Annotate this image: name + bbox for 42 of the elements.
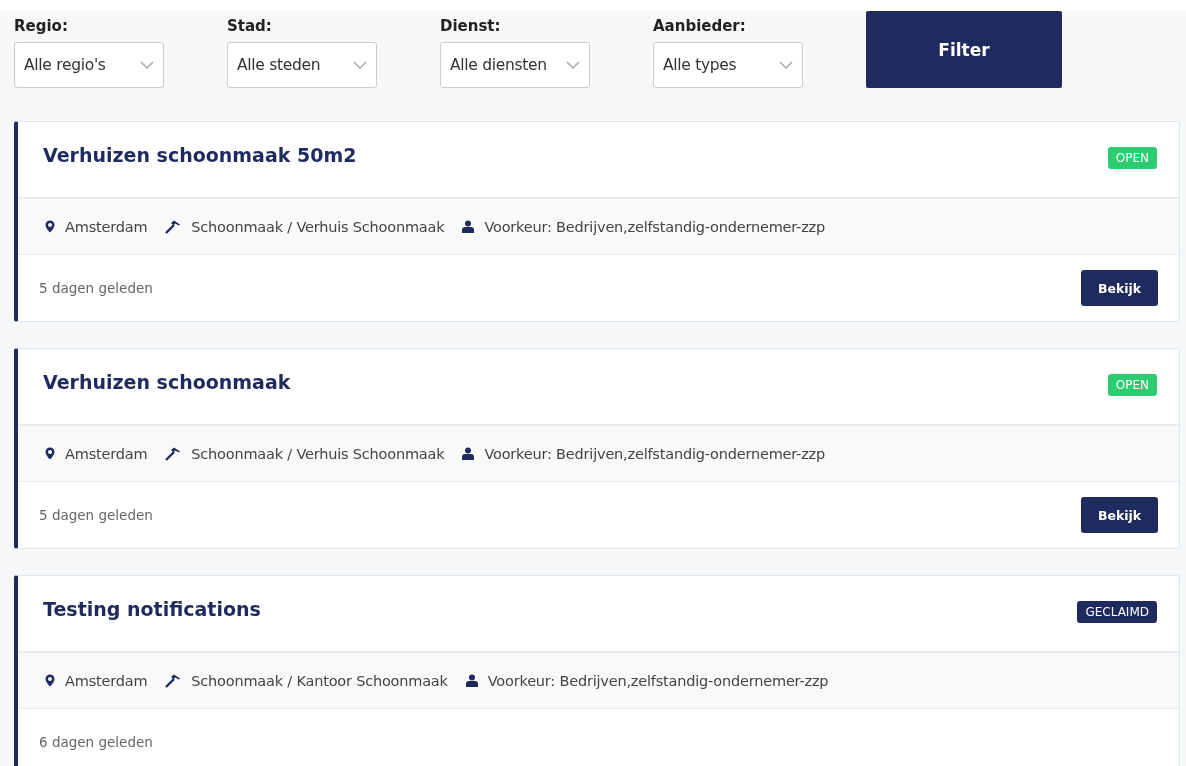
user-icon — [465, 674, 478, 687]
job-title: Testing notifications — [43, 598, 261, 620]
job-service: Schoonmaak / Verhuis Schoonmaak — [191, 445, 445, 462]
job-service: Schoonmaak / Verhuis Schoonmaak — [191, 218, 445, 235]
chevron-down-icon — [779, 61, 793, 69]
filter-label: Regio: — [14, 17, 69, 35]
location-pin-icon — [45, 674, 55, 687]
posted-time: 5 dagen geleden — [39, 507, 153, 523]
location-pin-icon — [45, 220, 55, 233]
view-button[interactable]: Bekijk — [1081, 270, 1158, 306]
chevron-down-icon — [353, 61, 367, 69]
job-city: Amsterdam — [65, 218, 148, 235]
hammer-icon — [165, 219, 182, 234]
filter-label: Dienst: — [440, 17, 502, 35]
job-preference: Voorkeur: Bedrijven,zelfstandig-ondernemer-zzp — [484, 445, 825, 462]
job-city: Amsterdam — [65, 445, 148, 462]
chevron-down-icon — [140, 61, 154, 69]
filter-dropdown[interactable]: Alle regio's — [14, 42, 164, 88]
hammer-icon — [165, 446, 182, 461]
filter-label: Stad: — [227, 17, 273, 35]
job-service: Schoonmaak / Kantoor Schoonmaak — [191, 672, 448, 689]
hammer-icon — [165, 673, 182, 688]
filter-button[interactable]: Filter — [866, 11, 1062, 88]
job-preference: Voorkeur: Bedrijven,zelfstandig-ondernemer-zzp — [484, 218, 825, 235]
filter-dropdown[interactable]: Alle types — [653, 42, 803, 88]
status-badge: OPEN — [1107, 147, 1157, 169]
filter-dropdown[interactable]: Alle steden — [227, 42, 377, 88]
posted-time: 6 dagen geleden — [39, 734, 153, 750]
filter-dropdown[interactable]: Alle diensten — [440, 42, 590, 88]
user-icon — [462, 447, 475, 460]
job-preference: Voorkeur: Bedrijven,zelfstandig-ondernemer-zzp — [487, 672, 829, 689]
job-city: Amsterdam — [65, 672, 148, 689]
filter-label: Aanbieder: — [653, 17, 747, 35]
chevron-down-icon — [566, 61, 580, 69]
view-button[interactable]: Bekijk — [1081, 497, 1158, 533]
job-title: Verhuizen schoonmaak — [43, 371, 291, 393]
status-badge: OPEN — [1107, 374, 1157, 396]
location-pin-icon — [45, 447, 55, 460]
posted-time: 5 dagen geleden — [39, 280, 153, 296]
user-icon — [462, 220, 475, 233]
job-title: Verhuizen schoonmaak 50m2 — [43, 144, 357, 166]
status-badge: GECLAIMD — [1077, 601, 1157, 623]
